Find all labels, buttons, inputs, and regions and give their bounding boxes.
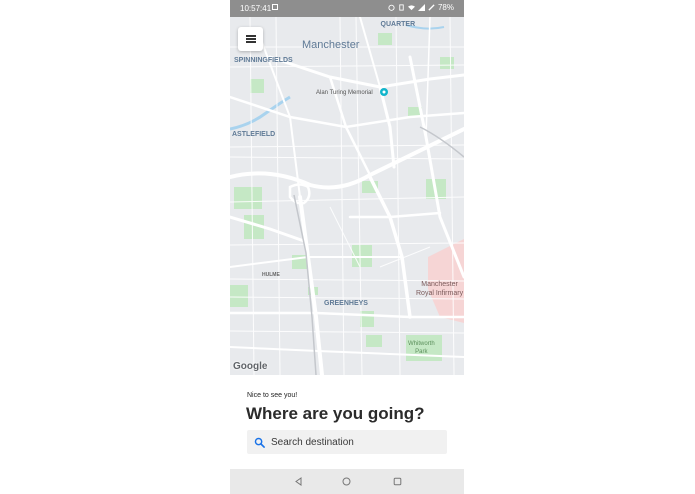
search-icon — [254, 437, 265, 448]
greeting-text: Nice to see you! — [247, 392, 298, 399]
label-whitworth-park: Whitworth Park — [408, 341, 435, 355]
image-icon — [272, 4, 278, 10]
status-icons: 78% — [388, 3, 454, 12]
label-spinningfields: SPINNINGFIELDS — [234, 57, 293, 64]
home-icon[interactable] — [341, 476, 352, 487]
status-time: 10:57:41 — [240, 4, 272, 13]
search-destination-input[interactable]: Search destination — [247, 430, 447, 454]
wifi-icon — [407, 5, 415, 11]
label-alan-turing-memorial: Alan Turing Memorial — [316, 90, 373, 96]
hamburger-menu-icon — [245, 34, 256, 45]
recents-icon[interactable] — [392, 476, 403, 487]
label-manchester: Manchester — [302, 39, 360, 51]
cellular-icon — [417, 4, 425, 11]
google-attribution: Google — [233, 361, 268, 372]
search-placeholder: Search destination — [271, 436, 354, 448]
status-bar: 10:57:41 78% — [230, 0, 464, 17]
back-icon[interactable] — [293, 476, 304, 487]
label-greenheys: GREENHEYS — [324, 300, 368, 307]
label-castlefield: ASTLEFIELD — [232, 131, 276, 138]
vibrate-icon — [399, 4, 404, 11]
battery-percent: 78% — [437, 3, 454, 12]
page-title: Where are you going? — [246, 404, 425, 423]
map-view[interactable]: NORTHERN QUARTER Manchester SPINNINGFIEL… — [230, 17, 464, 375]
destination-sheet: Nice to see you! Where are you going? Se… — [230, 375, 464, 469]
battery-icon — [428, 4, 435, 11]
label-hulme: HULME — [262, 272, 280, 278]
map-canvas[interactable] — [230, 17, 464, 375]
label-royal-infirmary: Manchester Royal Infirmary — [416, 281, 464, 297]
navigation-bar — [230, 469, 464, 494]
phone-screen: 10:57:41 78% QUARTER Manchester SPINNING… — [230, 0, 464, 494]
alarm-icon — [388, 4, 395, 11]
poi-marker-icon[interactable] — [380, 88, 388, 96]
menu-button[interactable] — [238, 27, 263, 51]
label-northern-quarter: NORTHERN QUARTER — [378, 17, 418, 28]
